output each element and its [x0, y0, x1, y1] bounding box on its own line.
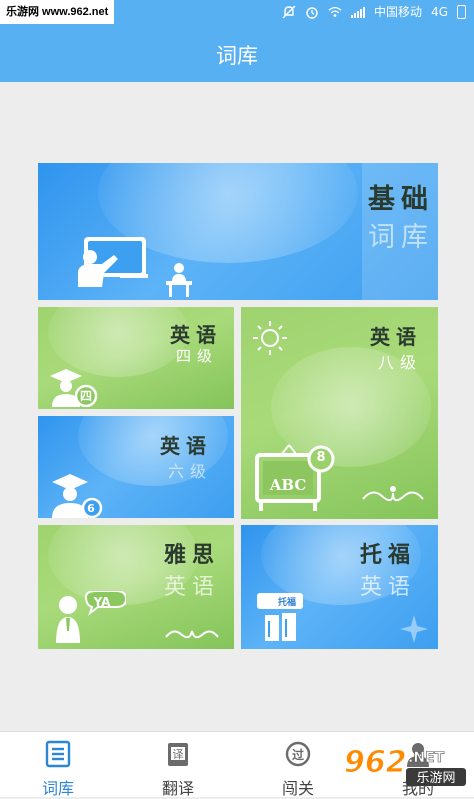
sun-icon	[253, 321, 287, 355]
tile-ielts[interactable]: 雅思 英语 YA	[38, 525, 234, 649]
flourish-ornament	[165, 630, 219, 639]
tile-toefl[interactable]: 托福 英语 托福	[241, 525, 438, 649]
alarm-icon	[306, 6, 318, 19]
watermark-text: 乐游网 www.962.net	[0, 0, 115, 24]
svg-text:962: 962	[344, 745, 407, 780]
tile-title: 托福	[359, 542, 416, 568]
nav-label: 闯关	[281, 779, 314, 798]
tile-tem8[interactable]: 英语 八级 ABC 8	[241, 307, 438, 519]
status-icons: 中国移动 4G	[282, 3, 466, 20]
level-badge: 8	[316, 450, 326, 465]
signal-icon	[351, 6, 366, 18]
flourish-ornament	[362, 486, 424, 502]
level-badge: 6	[87, 502, 95, 515]
svg-text:译: 译	[173, 748, 184, 761]
status-bar: 乐游网 www.962.net 中国移动 4G	[0, 0, 474, 26]
book-list-icon	[45, 740, 71, 768]
tile-subtitle: 词库	[368, 222, 434, 253]
tile-subtitle: 四级	[175, 347, 218, 365]
battery-icon	[457, 4, 466, 19]
tile-basic-vocabulary[interactable]: 基础 词库	[38, 163, 438, 300]
tile-subtitle: 八级	[377, 353, 422, 372]
pass-level-icon: 过	[285, 741, 311, 767]
page-title: 词库	[216, 44, 258, 68]
tile-title: 英语	[160, 434, 212, 458]
tile-subtitle: 英语	[359, 575, 416, 600]
svg-text:乐游网: 乐游网	[416, 771, 455, 786]
app-header: 乐游网 www.962.net 中国移动 4G 词库	[0, 0, 474, 82]
wifi-icon	[328, 6, 342, 17]
tile-title: 英语	[370, 325, 422, 349]
tile-subtitle: 六级	[167, 462, 212, 481]
site-logo-watermark: 962 .NET 乐游网	[344, 745, 466, 786]
nav-tab-translate[interactable]: 译 翻译	[133, 732, 223, 798]
translate-icon: 译	[168, 743, 188, 766]
speech-bubble-text: YA	[93, 595, 111, 609]
tile-title: 雅思	[163, 542, 220, 568]
tile-cet4[interactable]: 英语 四级 四	[38, 307, 234, 409]
level-badge: 四	[79, 389, 92, 403]
student-desk-icon	[166, 263, 192, 297]
mute-icon	[282, 5, 296, 18]
tile-title: 英语	[170, 323, 222, 347]
tile-title: 基础	[368, 184, 434, 215]
svg-text:过: 过	[292, 747, 304, 762]
nav-tab-challenge[interactable]: 过 闯关	[253, 732, 343, 798]
nav-label: 词库	[41, 779, 74, 798]
nav-tab-vocabulary[interactable]: 词库	[13, 732, 103, 798]
book-tag-text: 托福	[277, 598, 296, 608]
tile-subtitle: 英语	[163, 575, 220, 600]
abc-board-icon	[255, 444, 335, 511]
network-text: 4G	[431, 4, 448, 19]
svg-text:.NET: .NET	[408, 750, 445, 766]
tile-cet6[interactable]: 英语 六级 6	[38, 416, 234, 518]
star-ornament	[400, 615, 428, 643]
carrier-text: 中国移动	[374, 5, 423, 19]
abc-text: ABC	[269, 476, 307, 494]
nav-label: 翻译	[161, 779, 194, 798]
